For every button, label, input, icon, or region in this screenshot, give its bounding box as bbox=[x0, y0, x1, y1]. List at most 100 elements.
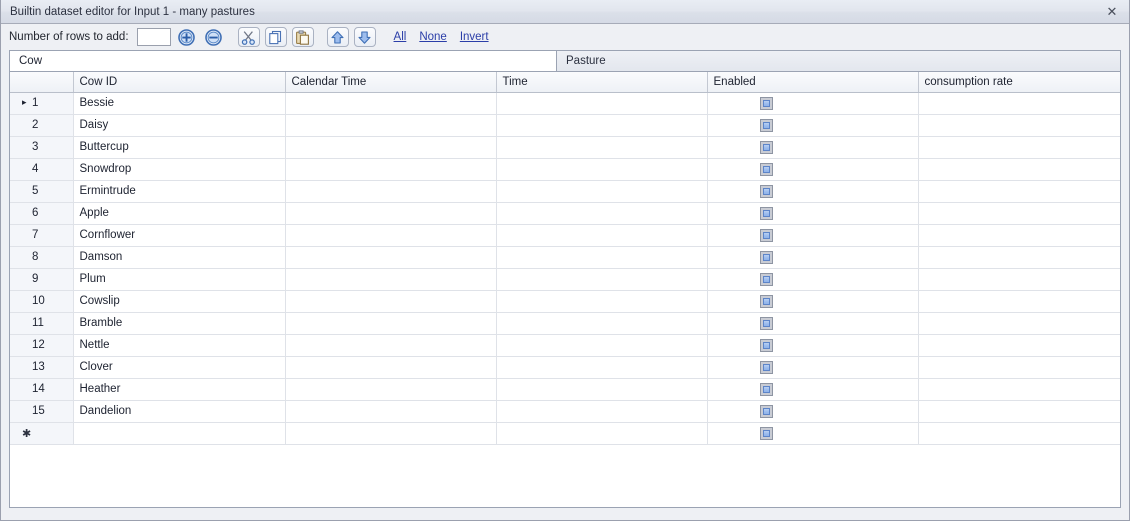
cell-enabled[interactable] bbox=[707, 334, 919, 357]
tab-cow[interactable]: Cow bbox=[9, 50, 557, 71]
cell-time[interactable] bbox=[496, 180, 708, 203]
select-invert-link[interactable]: Invert bbox=[460, 31, 489, 43]
enabled-checkbox[interactable] bbox=[714, 401, 819, 422]
table-row[interactable]: 12 Nettle bbox=[10, 334, 1120, 357]
cell-calendar-time[interactable] bbox=[285, 246, 497, 269]
table-row[interactable]: 7 Cornflower bbox=[10, 224, 1120, 247]
enabled-checkbox[interactable] bbox=[714, 225, 819, 246]
row-header-cell[interactable]: 12 bbox=[10, 334, 74, 357]
enabled-checkbox[interactable] bbox=[714, 159, 819, 180]
cell-cow-id[interactable]: Bramble bbox=[73, 312, 286, 335]
cell-consumption-rate[interactable] bbox=[918, 400, 1120, 423]
cell-calendar-time[interactable] bbox=[285, 202, 497, 225]
cell-consumption-rate[interactable] bbox=[918, 114, 1120, 137]
cell-time[interactable] bbox=[496, 400, 708, 423]
row-header-cell[interactable]: 9 bbox=[10, 268, 74, 291]
row-header-cell[interactable]: ▸ 1 bbox=[10, 92, 74, 115]
cell-calendar-time[interactable] bbox=[285, 224, 497, 247]
cell-consumption-rate[interactable] bbox=[918, 334, 1120, 357]
cell-time[interactable] bbox=[496, 378, 708, 401]
column-header-cow-id[interactable]: Cow ID bbox=[73, 72, 286, 93]
cell-calendar-time[interactable] bbox=[285, 92, 497, 115]
table-row[interactable]: ▸ 1 Bessie bbox=[10, 92, 1120, 115]
cell-calendar-time[interactable] bbox=[285, 180, 497, 203]
cell-consumption-rate[interactable] bbox=[918, 312, 1120, 335]
row-header-cell[interactable]: 14 bbox=[10, 378, 74, 401]
row-header-cell[interactable]: 8 bbox=[10, 246, 74, 269]
cell-enabled[interactable] bbox=[707, 92, 919, 115]
cell-consumption-rate[interactable] bbox=[918, 158, 1120, 181]
cell-consumption-rate[interactable] bbox=[918, 356, 1120, 379]
cell-time[interactable] bbox=[496, 202, 708, 225]
tab-pasture[interactable]: Pasture bbox=[556, 50, 1121, 71]
cell-calendar-time[interactable] bbox=[285, 136, 497, 159]
copy-button[interactable] bbox=[264, 27, 287, 47]
cell-cow-id[interactable]: Clover bbox=[73, 356, 286, 379]
cell-time[interactable] bbox=[496, 136, 708, 159]
cell-time[interactable] bbox=[496, 356, 708, 379]
cell-calendar-time[interactable] bbox=[285, 268, 497, 291]
enabled-checkbox[interactable] bbox=[714, 247, 819, 268]
enabled-checkbox[interactable] bbox=[714, 269, 819, 290]
cell-consumption-rate[interactable] bbox=[918, 136, 1120, 159]
cell-cow-id[interactable]: Heather bbox=[73, 378, 286, 401]
table-row[interactable]: 11 Bramble bbox=[10, 312, 1120, 335]
cell-cow-id[interactable]: Damson bbox=[73, 246, 286, 269]
cell-time[interactable] bbox=[496, 246, 708, 269]
row-header-cell[interactable]: 11 bbox=[10, 312, 74, 335]
select-all-link[interactable]: All bbox=[394, 31, 407, 43]
column-header-enabled[interactable]: Enabled bbox=[707, 72, 919, 93]
paste-button[interactable] bbox=[291, 27, 314, 47]
cell-time[interactable] bbox=[496, 158, 708, 181]
cell-enabled[interactable] bbox=[707, 180, 919, 203]
cell-calendar-time[interactable] bbox=[285, 158, 497, 181]
enabled-checkbox[interactable] bbox=[714, 357, 819, 378]
table-row[interactable]: 3 Buttercup bbox=[10, 136, 1120, 159]
table-row[interactable]: 9 Plum bbox=[10, 268, 1120, 291]
row-header-cell[interactable]: 15 bbox=[10, 400, 74, 423]
cell-calendar-time[interactable] bbox=[285, 312, 497, 335]
cell-enabled[interactable] bbox=[707, 136, 919, 159]
row-header-cell[interactable]: 6 bbox=[10, 202, 74, 225]
cell-time[interactable] bbox=[496, 92, 708, 115]
cell-time[interactable] bbox=[496, 312, 708, 335]
table-row[interactable]: 10 Cowslip bbox=[10, 290, 1120, 313]
new-row-placeholder[interactable]: ✱ bbox=[10, 422, 1120, 445]
cell-enabled[interactable] bbox=[707, 202, 919, 225]
cell-cow-id[interactable]: Apple bbox=[73, 202, 286, 225]
cell-calendar-time[interactable] bbox=[285, 400, 497, 423]
cell-enabled[interactable] bbox=[707, 114, 919, 137]
cell-cow-id[interactable]: Nettle bbox=[73, 334, 286, 357]
cell-consumption-rate[interactable] bbox=[918, 92, 1120, 115]
cell-consumption-rate[interactable] bbox=[918, 268, 1120, 291]
enabled-checkbox[interactable] bbox=[714, 181, 819, 202]
table-row[interactable]: 6 Apple bbox=[10, 202, 1120, 225]
enabled-checkbox[interactable] bbox=[714, 335, 819, 356]
cell-enabled[interactable] bbox=[707, 400, 919, 423]
cell-cow-id[interactable]: Snowdrop bbox=[73, 158, 286, 181]
new-cell-cow-id[interactable] bbox=[73, 422, 286, 445]
cell-cow-id[interactable]: Cornflower bbox=[73, 224, 286, 247]
cell-enabled[interactable] bbox=[707, 246, 919, 269]
rows-to-add-input[interactable] bbox=[136, 28, 171, 46]
cell-enabled[interactable] bbox=[707, 378, 919, 401]
cell-time[interactable] bbox=[496, 334, 708, 357]
cut-button[interactable] bbox=[237, 27, 260, 47]
cell-cow-id[interactable]: Ermintrude bbox=[73, 180, 286, 203]
enabled-checkbox[interactable] bbox=[714, 291, 819, 312]
row-header-cell[interactable]: 13 bbox=[10, 356, 74, 379]
cell-enabled[interactable] bbox=[707, 312, 919, 335]
cell-calendar-time[interactable] bbox=[285, 290, 497, 313]
table-row[interactable]: 14 Heather bbox=[10, 378, 1120, 401]
cell-enabled[interactable] bbox=[707, 268, 919, 291]
row-header-cell[interactable]: 5 bbox=[10, 180, 74, 203]
dataset-table-panel[interactable]: Cow ID Calendar Time Time Enabled consum… bbox=[9, 71, 1121, 508]
cell-consumption-rate[interactable] bbox=[918, 378, 1120, 401]
cell-enabled[interactable] bbox=[707, 356, 919, 379]
table-row[interactable]: 8 Damson bbox=[10, 246, 1120, 269]
remove-row-button[interactable] bbox=[203, 27, 225, 47]
cell-enabled[interactable] bbox=[707, 224, 919, 247]
table-row[interactable]: 4 Snowdrop bbox=[10, 158, 1120, 181]
enabled-checkbox[interactable] bbox=[714, 115, 819, 136]
cell-enabled[interactable] bbox=[707, 290, 919, 313]
